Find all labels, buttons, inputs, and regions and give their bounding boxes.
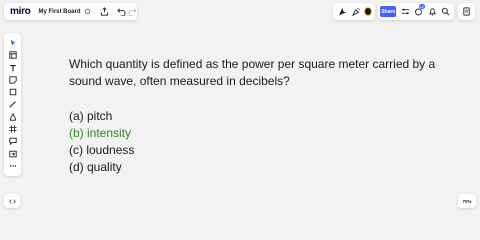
option-b-correct: (b) intensity	[69, 126, 132, 140]
option-a: (a) pitch	[69, 109, 113, 123]
search-icon[interactable]	[440, 4, 452, 20]
comment-icon[interactable]	[4, 135, 21, 147]
settings-icon[interactable]	[83, 4, 92, 20]
more-icon[interactable]	[4, 160, 21, 172]
avatar[interactable]	[364, 7, 372, 16]
board-header: miro My First Board	[4, 3, 137, 20]
redo-icon[interactable]	[127, 4, 137, 20]
left-toolbar	[4, 33, 21, 176]
notes-icon[interactable]	[459, 4, 475, 20]
bell-icon[interactable]	[426, 4, 438, 20]
pen-tool-icon[interactable]	[4, 111, 21, 123]
chat-icon[interactable]: 12	[413, 3, 426, 20]
chevrons-icon	[4, 193, 20, 209]
frame-template-icon[interactable]	[4, 49, 21, 61]
option-d: (d) quality	[69, 160, 122, 174]
text-icon[interactable]	[4, 62, 21, 74]
question-text: Which quantity is defined as the power p…	[69, 57, 436, 88]
share-button[interactable]: Share	[380, 6, 397, 17]
celebrate-icon[interactable]	[350, 4, 363, 20]
expand-panel-button[interactable]	[4, 194, 20, 208]
pen-icon[interactable]	[4, 98, 21, 110]
sticky-note-icon[interactable]	[4, 74, 21, 86]
upload-icon[interactable]	[4, 148, 21, 160]
miro-logo[interactable]: miro	[10, 6, 31, 17]
zoom-level[interactable]: 70%	[458, 194, 476, 208]
notification-badge: 12	[418, 3, 426, 9]
notes-panel	[458, 3, 475, 20]
select-icon[interactable]	[4, 37, 21, 49]
board-name[interactable]: My First Board	[38, 9, 80, 15]
export-icon[interactable]	[100, 4, 109, 20]
option-c: (c) loudness	[69, 143, 135, 157]
sliders-icon[interactable]	[399, 4, 411, 20]
reactions-icon[interactable]	[336, 4, 349, 20]
collaboration-tools	[333, 3, 375, 20]
share-panel: Share 12	[378, 3, 454, 20]
frame-icon[interactable]	[4, 123, 21, 135]
answer-options: (a) pitch (b) intensity (c) loudness (d)…	[69, 108, 134, 176]
shape-icon[interactable]	[4, 86, 21, 98]
undo-icon[interactable]	[116, 4, 126, 20]
